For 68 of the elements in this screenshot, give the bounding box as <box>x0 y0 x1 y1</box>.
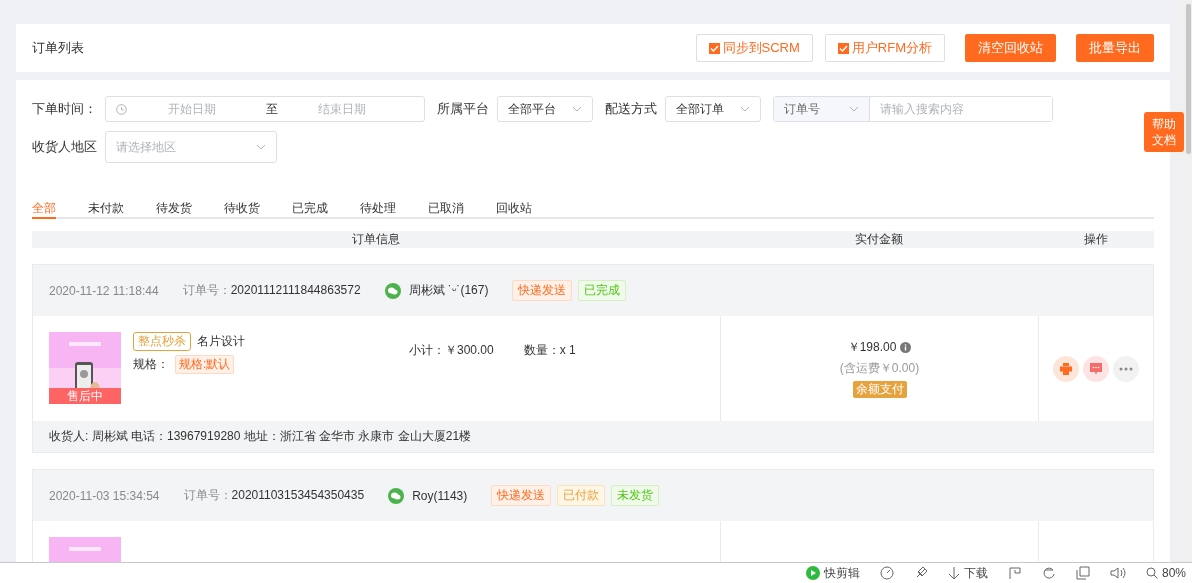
column-header: 订单信息 <box>351 231 401 248</box>
order-number: 订单号：20201112111844863572 <box>182 282 361 299</box>
tab[interactable]: 待发货 <box>156 196 192 219</box>
message-button[interactable] <box>1083 355 1109 382</box>
paid-amount: ￥198.00 <box>847 339 897 356</box>
quantity: 数量：x 1 <box>523 342 576 359</box>
chat-icon <box>384 282 401 299</box>
scrollbar-thumb[interactable] <box>1186 4 1191 154</box>
after-sale-badge: 售后中 <box>49 388 121 404</box>
search-icon <box>1145 567 1158 579</box>
status-tag: 快递发送 <box>512 280 573 301</box>
clock-icon <box>116 103 127 115</box>
field-label: 下单时间： <box>32 100 97 118</box>
tab[interactable]: 已完成 <box>292 196 328 219</box>
print-button[interactable] <box>1053 355 1079 382</box>
buyer-name: 周彬斌 ˙ᵕ˙(167) <box>408 282 489 299</box>
field-label: 所属平台 <box>437 100 489 118</box>
order-number: 订单号：20201103153454350435 <box>183 487 365 504</box>
speaker-icon[interactable] <box>1109 566 1126 580</box>
promo-tag: 整点秒杀 <box>133 332 191 351</box>
receiver-info: 收货人: 周彬斌 电话：13967919280 地址：浙江省 金华市 永康市 金山大厦21楼 <box>33 421 1153 452</box>
status-tag: 已付款 <box>557 485 606 506</box>
column-header: 实付金额 <box>854 231 904 248</box>
tab[interactable]: 已取消 <box>428 196 464 219</box>
spec-tag: 规格:默认 <box>175 355 235 374</box>
subtotal: 小计：￥300.00 <box>409 342 494 359</box>
tab[interactable]: 未付款 <box>88 196 124 219</box>
tab[interactable]: 待处理 <box>360 196 396 219</box>
download-icon <box>947 566 960 580</box>
status-tag: 未发货 <box>611 485 660 506</box>
checkbox-icon <box>708 42 720 54</box>
printer-icon <box>1060 362 1072 375</box>
product-name: 名片设计 <box>197 333 245 350</box>
delivery-select[interactable]: 全部订单 <box>665 96 761 122</box>
status-tag: 已完成 <box>578 280 627 301</box>
shipping-fee: (含运费￥0.00) <box>839 360 920 377</box>
chevron-down-icon <box>572 106 582 112</box>
chevron-down-icon <box>256 144 266 150</box>
page-title: 订单列表 <box>32 39 85 57</box>
more-button[interactable] <box>1113 355 1139 382</box>
browser-icon[interactable] <box>1041 566 1056 580</box>
status-tag: 快递发送 <box>491 485 552 506</box>
play-icon <box>805 566 820 580</box>
order-time: 2020-11-03 15:34:54 <box>49 488 160 503</box>
zoom-level[interactable]: 80% <box>1161 566 1186 580</box>
payment-tag: 余额支付 <box>852 381 907 398</box>
window-icon[interactable] <box>1075 566 1090 580</box>
search-field[interactable]: 订单号 请输入搜索内容 <box>773 96 1053 122</box>
buyer-name: Roy(1143) <box>412 488 468 503</box>
tab[interactable]: 待收货 <box>224 196 260 219</box>
date-range-field[interactable]: 开始日期 至 结束日期 <box>105 96 425 122</box>
speedometer-icon[interactable] <box>879 566 894 580</box>
chevron-down-icon <box>849 106 859 112</box>
app-label[interactable]: 快剪辑 <box>823 564 860 582</box>
message-icon <box>1090 362 1102 375</box>
column-header: 操作 <box>1083 231 1109 248</box>
tab[interactable]: 回收站 <box>496 196 532 219</box>
more-icon <box>1119 366 1133 371</box>
field-label: 配送方式 <box>605 100 657 118</box>
download-label[interactable]: 下载 <box>963 564 988 582</box>
info-icon <box>900 342 912 353</box>
order-time: 2020-11-12 11:18:44 <box>49 283 159 298</box>
checkbox-icon <box>837 42 849 54</box>
spec-label: 规格： <box>133 356 169 373</box>
field-label: 收货人地区 <box>32 138 97 156</box>
platform-select[interactable]: 全部平台 <box>497 96 593 122</box>
chat-icon <box>388 487 405 504</box>
chevron-down-icon <box>740 106 750 112</box>
